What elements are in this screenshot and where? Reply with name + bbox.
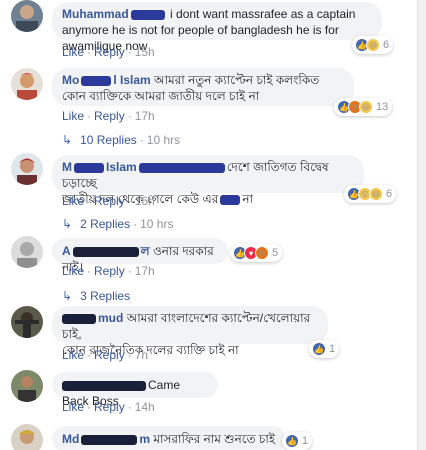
redaction-mark [74,162,104,173]
comment-bubble: mud আমরা বাংলাদেশের ক্যাপ্টেন/খেলোয়ার চ… [52,306,328,357]
comment-bubble: M Islam দেশে জাতিগত বিদ্বেষ চড়াচ্ছে জাতীয… [52,155,364,206]
comment-actions: Like · Reply · 16h [62,194,155,208]
reply-arrow-icon: ↳ [62,133,73,147]
comment-bubble: Came Back Boss [52,372,218,408]
comment-text-end: না [242,192,253,206]
reaction-summary[interactable]: 👍 😆 6 [352,36,394,54]
avatar[interactable] [11,236,43,268]
avatar-image [11,153,43,185]
comment-time[interactable]: 15h [135,45,155,59]
haha-reaction-icon: 😆 [359,100,373,114]
angry-reaction-icon: 😡 [255,246,269,260]
comment-bubble: Mo l Islam আমরা নতুন ক্যাপ্টেন চাই কলংকিত… [52,68,354,106]
reply-button[interactable]: Reply [94,109,125,123]
comment-author[interactable]: mud [98,311,123,325]
comment-time[interactable]: 7h [135,348,148,362]
comment-time[interactable]: 14h [135,400,155,414]
redaction-mark [130,9,165,20]
comment-time[interactable]: 17h [135,264,155,278]
redaction-mark [138,162,225,173]
like-button[interactable]: Like [62,109,84,123]
like-button[interactable]: Like [62,264,84,278]
like-button[interactable]: Like [62,348,84,362]
haha-reaction-icon: 😆 [369,187,383,201]
haha-reaction-icon: 😆 [366,38,380,52]
avatar-image [11,0,43,32]
like-button[interactable]: Like [62,400,84,414]
comment-actions: Like · Reply · 17h [62,109,155,123]
replies-time: 10 hrs [140,217,174,231]
avatar-image [11,236,43,268]
like-reaction-icon: 👍 [285,434,299,448]
reply-arrow-icon: ↳ [62,289,73,303]
reaction-count: 6 [383,39,390,51]
like-button[interactable]: Like [62,194,84,208]
view-replies-link[interactable]: ↳ 2 Replies · 10 hrs [62,217,173,231]
avatar[interactable] [11,370,43,402]
reply-button[interactable]: Reply [94,45,125,59]
avatar-image [11,68,43,100]
reaction-count: 13 [376,101,389,113]
avatar-image [11,424,43,450]
comment-author[interactable]: Aল [62,244,150,258]
comment-time[interactable]: 17h [135,109,155,123]
reaction-count: 6 [386,188,393,200]
reaction-summary[interactable]: 👍 ♥ 😡 5 [230,244,283,262]
replies-time: 10 hrs [146,133,181,147]
avatar[interactable] [11,306,43,338]
reply-button[interactable]: Reply [94,400,125,414]
scrollbar[interactable] [417,0,426,450]
comment-actions: Like · Reply · 7h [62,348,149,362]
reaction-count: 1 [302,435,309,447]
redaction-mark [220,194,241,205]
comment-author[interactable]: Md m [62,432,150,446]
comment-time[interactable]: 16h [135,194,155,208]
reply-arrow-icon: ↳ [62,217,73,231]
avatar[interactable] [11,424,43,450]
reaction-summary[interactable]: 👍 😡 😆 13 [334,98,393,116]
comment-bubble: Mdm মাসরাফির নাম শুনতে চাই না। [52,426,286,450]
replies-count[interactable]: 10 Replies [80,133,137,147]
redaction-mark [62,380,146,391]
comment-thread: Muhammad i dont want massrafee as a capt… [0,0,418,450]
avatar-image [11,306,43,338]
comment-author[interactable]: M Islam [62,160,137,174]
reaction-summary[interactable]: 👍 1 [282,432,313,450]
view-replies-link[interactable]: ↳ 3 Replies [62,289,130,303]
comment-actions: Like · Reply · 15h [62,45,155,59]
redaction-mark [81,434,138,445]
reply-button[interactable]: Reply [94,348,125,362]
comment-actions: Like · Reply · 14h [62,400,155,414]
like-reaction-icon: 👍 [312,342,326,356]
redaction-mark [62,313,96,324]
comment-bubble: Aল ওনার দরকার নাই। [52,238,228,274]
avatar[interactable] [11,153,43,185]
redaction-mark [81,75,112,86]
reaction-summary[interactable]: 👍 😮 😆 6 [344,185,397,203]
comment-author[interactable]: Mo l Islam [62,73,151,87]
replies-count[interactable]: 2 Replies [80,217,130,231]
replies-count[interactable]: 3 Replies [80,289,130,303]
reaction-summary[interactable]: 👍 1 [309,340,340,358]
redaction-mark [72,246,139,257]
reply-button[interactable]: Reply [94,264,125,278]
avatar-image [11,370,43,402]
comment-actions: Like · Reply · 17h [62,264,155,278]
comment-author[interactable]: Muhammad [62,7,129,21]
view-replies-link[interactable]: ↳ 10 Replies · 10 hrs [62,133,180,147]
reaction-count: 5 [272,247,279,259]
avatar[interactable] [11,68,43,100]
like-button[interactable]: Like [62,45,84,59]
reaction-count: 1 [329,343,336,355]
reply-button[interactable]: Reply [94,194,125,208]
comment-bubble: Muhammad i dont want massrafee as a capt… [52,2,382,53]
avatar[interactable] [11,0,43,32]
